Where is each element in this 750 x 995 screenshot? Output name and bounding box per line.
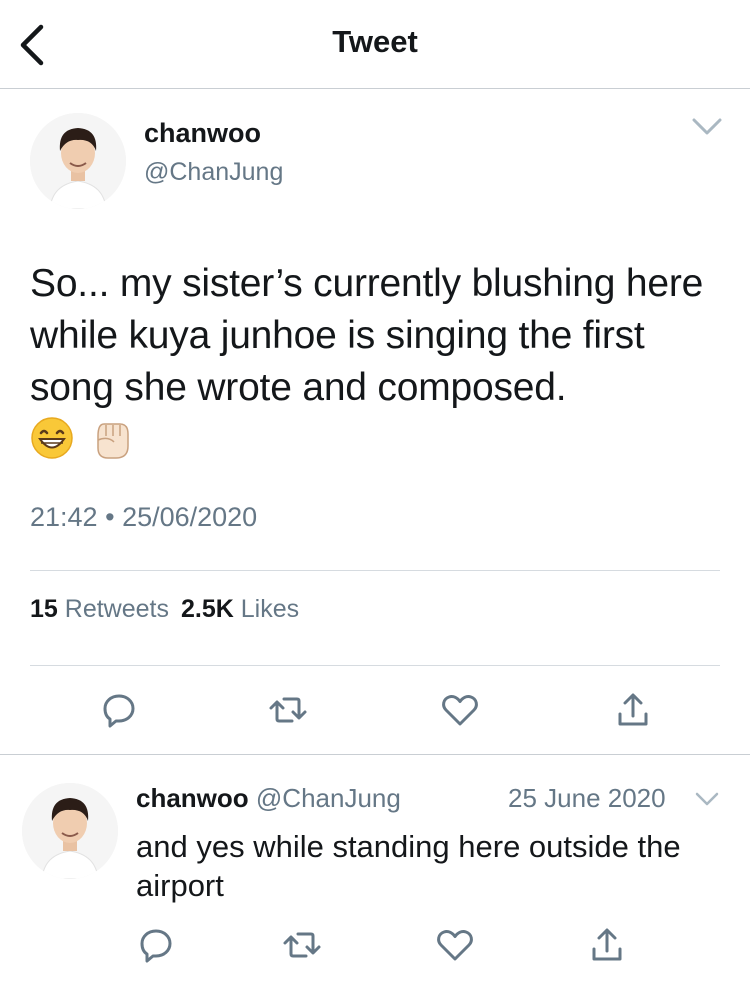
tweet-stats: 15 Retweets 2.5K Likes <box>30 595 299 624</box>
divider <box>30 665 720 666</box>
like-button[interactable] <box>436 686 484 734</box>
avatar[interactable] <box>30 113 126 209</box>
retweet-button[interactable] <box>264 686 312 734</box>
chevron-down-icon <box>692 118 722 135</box>
emoji-row <box>30 416 134 464</box>
reply-more-options-button[interactable] <box>690 785 724 813</box>
author-handle[interactable]: @ChanJung <box>144 158 283 187</box>
divider <box>30 570 720 571</box>
nav-bar: Tweet <box>0 0 750 89</box>
retweet-icon <box>269 697 307 723</box>
author-name[interactable]: chanwoo <box>144 118 261 149</box>
retweets-count: 15 <box>30 595 58 623</box>
likes-stat[interactable]: 2.5K Likes <box>181 595 299 623</box>
reply-icon <box>103 694 135 728</box>
page-title: Tweet <box>332 24 418 59</box>
tweet-time: 21:42 <box>30 502 98 532</box>
likes-label: Likes <box>240 595 300 623</box>
avatar[interactable] <box>22 783 118 879</box>
reply-icon <box>140 929 172 963</box>
timestamp-separator: • <box>105 502 115 532</box>
tweet-timestamp: 21:42 • 25/06/2020 <box>30 502 257 533</box>
grinning-face-emoji <box>31 417 73 459</box>
raised-fist-emoji <box>97 423 129 459</box>
like-icon <box>442 695 478 726</box>
tweet-text: So... my sister’s currently blushing her… <box>30 262 704 409</box>
reply-author-handle[interactable]: @ChanJung <box>256 783 401 813</box>
share-button[interactable] <box>583 921 631 969</box>
chevron-down-icon <box>695 792 719 806</box>
retweet-button[interactable] <box>278 921 326 969</box>
share-icon <box>592 928 622 961</box>
reply-tweet[interactable]: chanwoo @ChanJung 25 June 2020 and yes w… <box>0 754 750 995</box>
reply-date: 25 June 2020 <box>508 783 666 813</box>
share-icon <box>618 693 648 726</box>
like-button[interactable] <box>431 921 479 969</box>
tweet-date: 25/06/2020 <box>122 502 258 532</box>
reply-header: chanwoo @ChanJung <box>136 783 401 814</box>
retweets-label: Retweets <box>64 595 169 623</box>
retweet-icon <box>283 932 321 958</box>
reply-button[interactable] <box>95 686 143 734</box>
retweets-stat[interactable]: 15 Retweets <box>30 595 169 623</box>
likes-count: 2.5K <box>180 595 234 623</box>
reply-button[interactable] <box>132 921 180 969</box>
reply-text: and yes while standing here outside the … <box>136 829 681 903</box>
more-options-button[interactable] <box>686 112 728 142</box>
reply-author-name[interactable]: chanwoo <box>136 783 249 813</box>
share-button[interactable] <box>609 686 657 734</box>
like-icon <box>437 930 473 961</box>
